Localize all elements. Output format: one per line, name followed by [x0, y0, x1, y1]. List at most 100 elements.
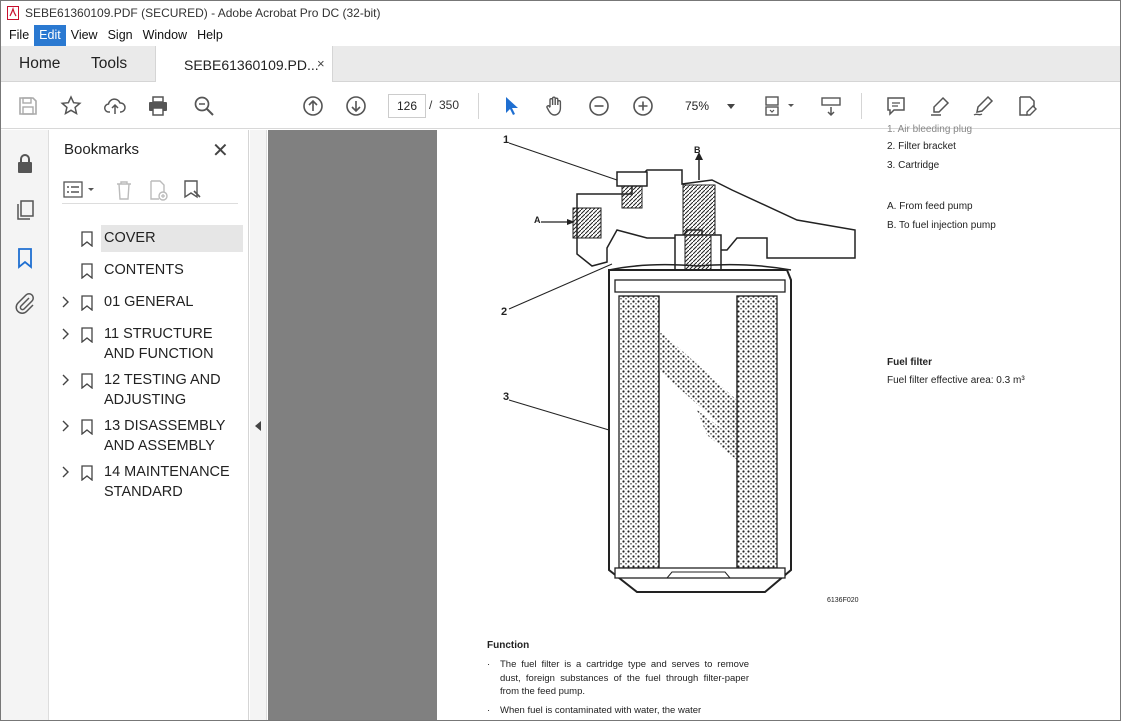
- comment-icon[interactable]: [883, 93, 909, 119]
- zoom-search-icon[interactable]: [191, 93, 217, 119]
- bookmark-icon: [81, 373, 93, 389]
- next-page-icon[interactable]: [343, 93, 369, 119]
- menu-edit[interactable]: Edit: [34, 25, 66, 46]
- zoom-out-icon[interactable]: [586, 93, 612, 119]
- bookmark-icon: [81, 465, 93, 481]
- toolbar-divider: [478, 93, 479, 119]
- print-icon[interactable]: [145, 93, 171, 119]
- bookmark-icon: [81, 295, 93, 311]
- menu-window[interactable]: Window: [138, 25, 192, 46]
- bookmarks-toolbar: [62, 178, 238, 204]
- bookmark-label: 12 TESTING AND ADJUSTING: [104, 372, 221, 408]
- pdf-page: 1 2 3 A B 1. Air bleeding plug 2. Filter…: [437, 124, 1120, 720]
- close-tab-icon[interactable]: ×: [317, 56, 325, 71]
- flow-item: A. From feed pump: [887, 201, 973, 212]
- title-bar: SEBE61360109.PDF (SECURED) - Adobe Acrob…: [1, 1, 1120, 25]
- bullet-glyph: ·: [487, 705, 491, 716]
- legend-item-partial: 1. Air bleeding plug: [887, 124, 973, 135]
- find-bookmark-icon[interactable]: [180, 179, 204, 201]
- bookmark-label: 13 DISASSEMBLY AND ASSEMBLY: [104, 418, 226, 454]
- scroll-mode-icon[interactable]: [818, 93, 844, 119]
- callout-2: 2: [501, 306, 508, 318]
- new-bookmark-icon[interactable]: [146, 179, 170, 201]
- menu-file[interactable]: File: [4, 25, 34, 46]
- toolbar-divider: [861, 93, 862, 119]
- lock-icon[interactable]: [13, 152, 37, 176]
- figure-caption-text: Fuel filter effective area: 0.3 m³: [887, 375, 1025, 386]
- page-separator: /: [429, 98, 433, 112]
- figure-caption-title: Fuel filter: [887, 357, 933, 368]
- callout-1: 1: [503, 134, 510, 146]
- delete-bookmark-icon[interactable]: [112, 179, 136, 201]
- options-menu-icon[interactable]: [62, 179, 98, 201]
- document-viewport[interactable]: 1 2 3 A B 1. Air bleeding plug 2. Filter…: [268, 124, 1120, 720]
- panel-collapse-handle[interactable]: [250, 130, 267, 720]
- upload-cloud-icon[interactable]: [102, 93, 128, 119]
- attachment-icon[interactable]: [13, 291, 37, 315]
- bookmark-label: 11 STRUCTURE AND FUNCTION: [104, 326, 214, 362]
- save-icon[interactable]: [15, 93, 41, 119]
- bookmark-icon: [81, 263, 93, 279]
- hand-tool-icon[interactable]: [542, 93, 568, 119]
- callout-b: B: [694, 145, 701, 155]
- chevron-down-icon: [727, 104, 735, 109]
- paragraph-text: The fuel filter is a cartridge type and …: [500, 659, 749, 697]
- legend-item: 3. Cartridge: [887, 160, 940, 171]
- paragraph: · The fuel filter is a cartridge type an…: [487, 658, 749, 699]
- navigation-rail: [1, 130, 49, 720]
- select-pointer-icon[interactable]: [498, 93, 524, 119]
- chevron-right-icon[interactable]: [61, 296, 69, 308]
- bookmark-icon: [81, 419, 93, 435]
- page-number-input[interactable]: 126: [388, 94, 426, 118]
- menu-bar: File Edit View Sign Window Help: [1, 25, 1120, 46]
- tab-document[interactable]: SEBE61360109.PD... ×: [155, 46, 333, 83]
- bookmark-icon: [81, 231, 93, 247]
- figure-code: 6136F020: [827, 597, 859, 604]
- callout-3: 3: [503, 391, 510, 403]
- total-pages: 350: [439, 98, 460, 112]
- flow-item: B. To fuel injection pump: [887, 220, 996, 231]
- bookmark-label: 01 GENERAL: [104, 294, 194, 310]
- edit-pdf-icon[interactable]: [1014, 93, 1040, 119]
- acrobat-app-icon: [7, 6, 19, 20]
- zoom-in-icon[interactable]: [630, 93, 656, 119]
- sign-pen-icon[interactable]: [970, 93, 996, 119]
- chevron-right-icon[interactable]: [61, 466, 69, 478]
- callout-a: A: [534, 215, 541, 225]
- paragraph: · When fuel is contaminated with water, …: [487, 704, 749, 718]
- section-title-function: Function: [487, 640, 530, 651]
- tab-document-label: SEBE61360109.PD...: [184, 57, 319, 73]
- bookmarks-title: Bookmarks: [64, 141, 140, 158]
- bookmark-label: COVER: [104, 230, 156, 246]
- bookmarks-panel-icon[interactable]: [13, 246, 37, 270]
- bookmark-icon: [81, 327, 93, 343]
- menu-sign[interactable]: Sign: [103, 25, 138, 46]
- zoom-level-dropdown[interactable]: 75%: [675, 94, 741, 118]
- chevron-right-icon[interactable]: [61, 420, 69, 432]
- tab-home[interactable]: Home: [19, 55, 60, 73]
- main-toolbar: 126 / 350 75%: [1, 82, 1120, 129]
- bookmark-star-icon[interactable]: [58, 93, 84, 119]
- menu-view[interactable]: View: [66, 25, 103, 46]
- bookmark-label: CONTENTS: [104, 262, 184, 278]
- highlight-pen-icon[interactable]: [927, 93, 953, 119]
- chevron-left-icon: [255, 421, 261, 431]
- bullet-glyph: ·: [487, 659, 491, 670]
- tab-bar: Home Tools SEBE61360109.PD... ×: [1, 46, 1120, 83]
- chevron-right-icon[interactable]: [61, 374, 69, 386]
- bookmark-label: 14 MAINTENANCE STANDARD: [104, 464, 230, 500]
- acrobat-window: SEBE61360109.PDF (SECURED) - Adobe Acrob…: [0, 0, 1121, 721]
- previous-page-icon[interactable]: [300, 93, 326, 119]
- close-panel-icon[interactable]: ✕: [212, 138, 229, 163]
- paragraph-text: When fuel is contaminated with water, th…: [500, 705, 702, 716]
- legend-item: 2. Filter bracket: [887, 141, 956, 152]
- tab-tools[interactable]: Tools: [91, 55, 127, 73]
- chevron-right-icon[interactable]: [61, 328, 69, 340]
- bookmarks-panel: Bookmarks ✕ COVER CONTENTS 01 GENERAL 11…: [50, 130, 249, 720]
- pages-icon[interactable]: [13, 198, 37, 222]
- window-title: SEBE61360109.PDF (SECURED) - Adobe Acrob…: [25, 6, 381, 20]
- page-fit-icon[interactable]: [762, 93, 800, 119]
- zoom-level-value: 75%: [685, 99, 710, 113]
- fuel-filter-illustration: [508, 142, 856, 593]
- menu-help[interactable]: Help: [192, 25, 228, 46]
